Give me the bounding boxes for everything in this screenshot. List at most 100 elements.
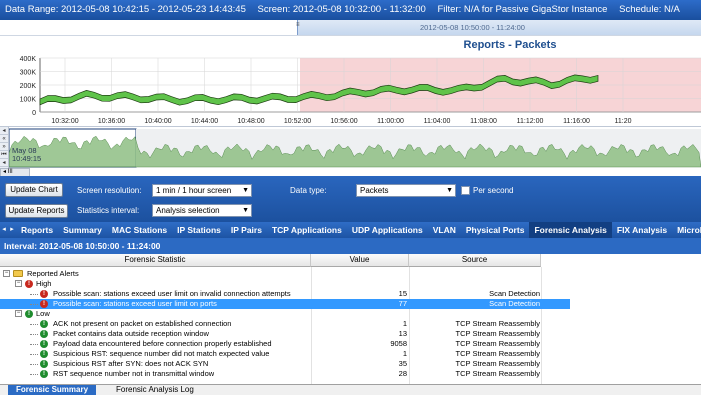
- time-range-strip[interactable]: ≡ 2012-05-08 10:50:00 - 11:24:00: [0, 20, 701, 36]
- tree-connector: [30, 334, 38, 335]
- table-row[interactable]: Suspicious RST: sequence number did not …: [0, 349, 570, 359]
- table-row[interactable]: Payload data encountered before connecti…: [0, 339, 570, 349]
- cell-value: 9058: [390, 339, 407, 348]
- overview-nav-rewind-icon[interactable]: «: [0, 135, 8, 143]
- overview-nav-prev-icon[interactable]: ◂: [0, 159, 8, 167]
- tab-udp-applications[interactable]: UDP Applications: [347, 222, 428, 238]
- info-bar: Data Range: 2012-05-08 10:42:15 - 2012-0…: [0, 0, 701, 20]
- data-type-value: Packets: [360, 186, 389, 195]
- cell-forensic-statistic: RST sequence number not in transmittal w…: [53, 369, 215, 378]
- cell-value: 1: [402, 319, 407, 328]
- alert-icon: !: [40, 350, 48, 358]
- x-tick-label: 10:32:00: [51, 118, 78, 125]
- control-panel: Update Chart Update Reports Screen resol…: [0, 176, 701, 222]
- x-tick-label: 11:04:00: [424, 118, 451, 125]
- cell-source: TCP Stream Reassembly: [455, 369, 540, 378]
- tabs-scroll-right-icon[interactable]: ▸: [8, 224, 16, 235]
- per-second-label: Per second: [473, 186, 514, 195]
- y-tick-label: 0: [32, 110, 36, 117]
- screen-range-text: Screen: 2012-05-08 10:32:00 - 11:32:00: [257, 4, 426, 15]
- tree-root-label: Reported Alerts: [27, 269, 79, 278]
- per-second-checkbox[interactable]: [461, 186, 470, 195]
- tree-connector: [30, 374, 38, 375]
- tab-fix-analysis[interactable]: FIX Analysis: [612, 222, 672, 238]
- cell-forensic-statistic: Payload data encountered before connecti…: [53, 339, 272, 348]
- forensic-table: Forensic Statistic Value Source − Reporte…: [0, 254, 701, 384]
- cell-forensic-statistic: Suspicious RST after SYN: does not ACK S…: [53, 359, 209, 368]
- alert-icon: !: [40, 330, 48, 338]
- table-row[interactable]: ACK not present on packet on established…: [0, 319, 570, 329]
- x-tick-label: 10:36:00: [98, 118, 125, 125]
- tree-connector: [30, 324, 38, 325]
- overview-time: 10:49:15: [12, 154, 42, 163]
- tab-forensic-analysis[interactable]: Forensic Analysis: [529, 222, 612, 238]
- overview-nav-forward-icon[interactable]: »: [0, 143, 8, 151]
- chevron-down-icon: ▼: [446, 187, 453, 194]
- folder-icon: [13, 270, 23, 277]
- tabs-scroll-left-icon[interactable]: ◂: [0, 224, 8, 235]
- alert-icon: !: [40, 320, 48, 328]
- x-tick-label: 10:56:00: [330, 118, 357, 125]
- report-tabs: Reports Summary MAC Stations IP Stations IP …: [16, 222, 701, 238]
- cell-value: 28: [398, 369, 407, 378]
- x-tick-label: 11:00:00: [377, 118, 404, 125]
- chevron-down-icon: ▼: [242, 187, 249, 194]
- column-header-value[interactable]: Value: [311, 254, 409, 267]
- cell-value: 77: [398, 299, 407, 308]
- alert-icon: !: [40, 340, 48, 348]
- update-chart-button[interactable]: Update Chart: [5, 183, 63, 197]
- chart-title: Reports - Packets: [463, 39, 557, 51]
- tab-ip-pairs[interactable]: IP Pairs: [226, 222, 267, 238]
- tab-vlan[interactable]: VLAN: [428, 222, 461, 238]
- collapse-icon[interactable]: −: [15, 280, 22, 287]
- high-priority-icon: !: [25, 280, 33, 288]
- table-row[interactable]: Packet contains data outside reception w…: [0, 329, 570, 339]
- cell-forensic-statistic: Possible scan: stations exceed user limi…: [53, 289, 291, 298]
- tree-root-row[interactable]: [0, 269, 570, 279]
- chevron-down-icon: ▼: [242, 207, 249, 214]
- app-window: Data Range: 2012-05-08 10:42:15 - 2012-0…: [0, 0, 701, 395]
- table-row[interactable]: RST sequence number not in transmittal w…: [0, 369, 570, 379]
- range-grip-handle[interactable]: ≡: [296, 22, 301, 34]
- column-header-forensic-statistic[interactable]: Forensic Statistic: [0, 254, 311, 267]
- overview-nav-left-icon[interactable]: ◂: [0, 127, 8, 135]
- tab-microburst[interactable]: Microburst: [672, 222, 701, 238]
- y-tick-label: 100K: [20, 97, 37, 104]
- cell-source: TCP Stream Reassembly: [455, 329, 540, 338]
- table-row[interactable]: Possible scan: stations exceed user limi…: [0, 299, 570, 309]
- tab-ip-stations[interactable]: IP Stations: [172, 222, 226, 238]
- schedule-text: Schedule: N/A: [619, 4, 680, 15]
- update-reports-button[interactable]: Update Reports: [5, 204, 68, 218]
- overview-timeline[interactable]: ◂ « » ⏮ ◂ May 08 10:49:15 ◂ III: [0, 126, 701, 177]
- cell-value: 13: [398, 329, 407, 338]
- tab-reports[interactable]: Reports: [16, 222, 58, 238]
- statistics-interval-select[interactable]: Analysis selection ▼: [152, 204, 252, 217]
- overview-nav-start-icon[interactable]: ⏮: [0, 151, 8, 159]
- collapse-icon[interactable]: −: [3, 270, 10, 277]
- cell-source: TCP Stream Reassembly: [455, 339, 540, 348]
- interval-bar: Interval: 2012-05-08 10:50:00 - 11:24:00: [0, 238, 701, 254]
- data-range-text: Data Range: 2012-05-08 10:42:15 - 2012-0…: [5, 4, 246, 15]
- tab-forensic-analysis-log[interactable]: Forensic Analysis Log: [108, 385, 202, 395]
- data-type-select[interactable]: Packets ▼: [356, 184, 456, 197]
- alert-icon: !: [40, 300, 48, 308]
- tab-mac-stations[interactable]: MAC Stations: [107, 222, 172, 238]
- screen-resolution-select[interactable]: 1 min / 1 hour screen ▼: [152, 184, 252, 197]
- cell-source: TCP Stream Reassembly: [455, 349, 540, 358]
- cell-forensic-statistic: ACK not present on packet on established…: [53, 319, 232, 328]
- tab-forensic-summary[interactable]: Forensic Summary: [8, 385, 97, 395]
- tab-tcp-applications[interactable]: TCP Applications: [267, 222, 347, 238]
- screen-resolution-label: Screen resolution:: [77, 186, 142, 195]
- y-tick-label: 400K: [20, 56, 37, 63]
- packets-chart[interactable]: 400K 300K 200K 100K 0 10:32:00 10:36:00 10:40:0…: [0, 36, 701, 126]
- collapse-icon[interactable]: −: [15, 310, 22, 317]
- tab-physical-ports[interactable]: Physical Ports: [461, 222, 530, 238]
- tab-summary[interactable]: Summary: [58, 222, 107, 238]
- table-row[interactable]: Possible scan: stations exceed user limi…: [0, 289, 570, 299]
- screen-resolution-value: 1 min / 1 hour screen: [156, 186, 232, 195]
- x-tick-label: 10:40:00: [144, 118, 171, 125]
- alert-icon: !: [40, 360, 48, 368]
- column-header-source[interactable]: Source: [409, 254, 541, 267]
- table-row[interactable]: Suspicious RST after SYN: does not ACK S…: [0, 359, 570, 369]
- x-tick-label: 10:48:00: [237, 118, 264, 125]
